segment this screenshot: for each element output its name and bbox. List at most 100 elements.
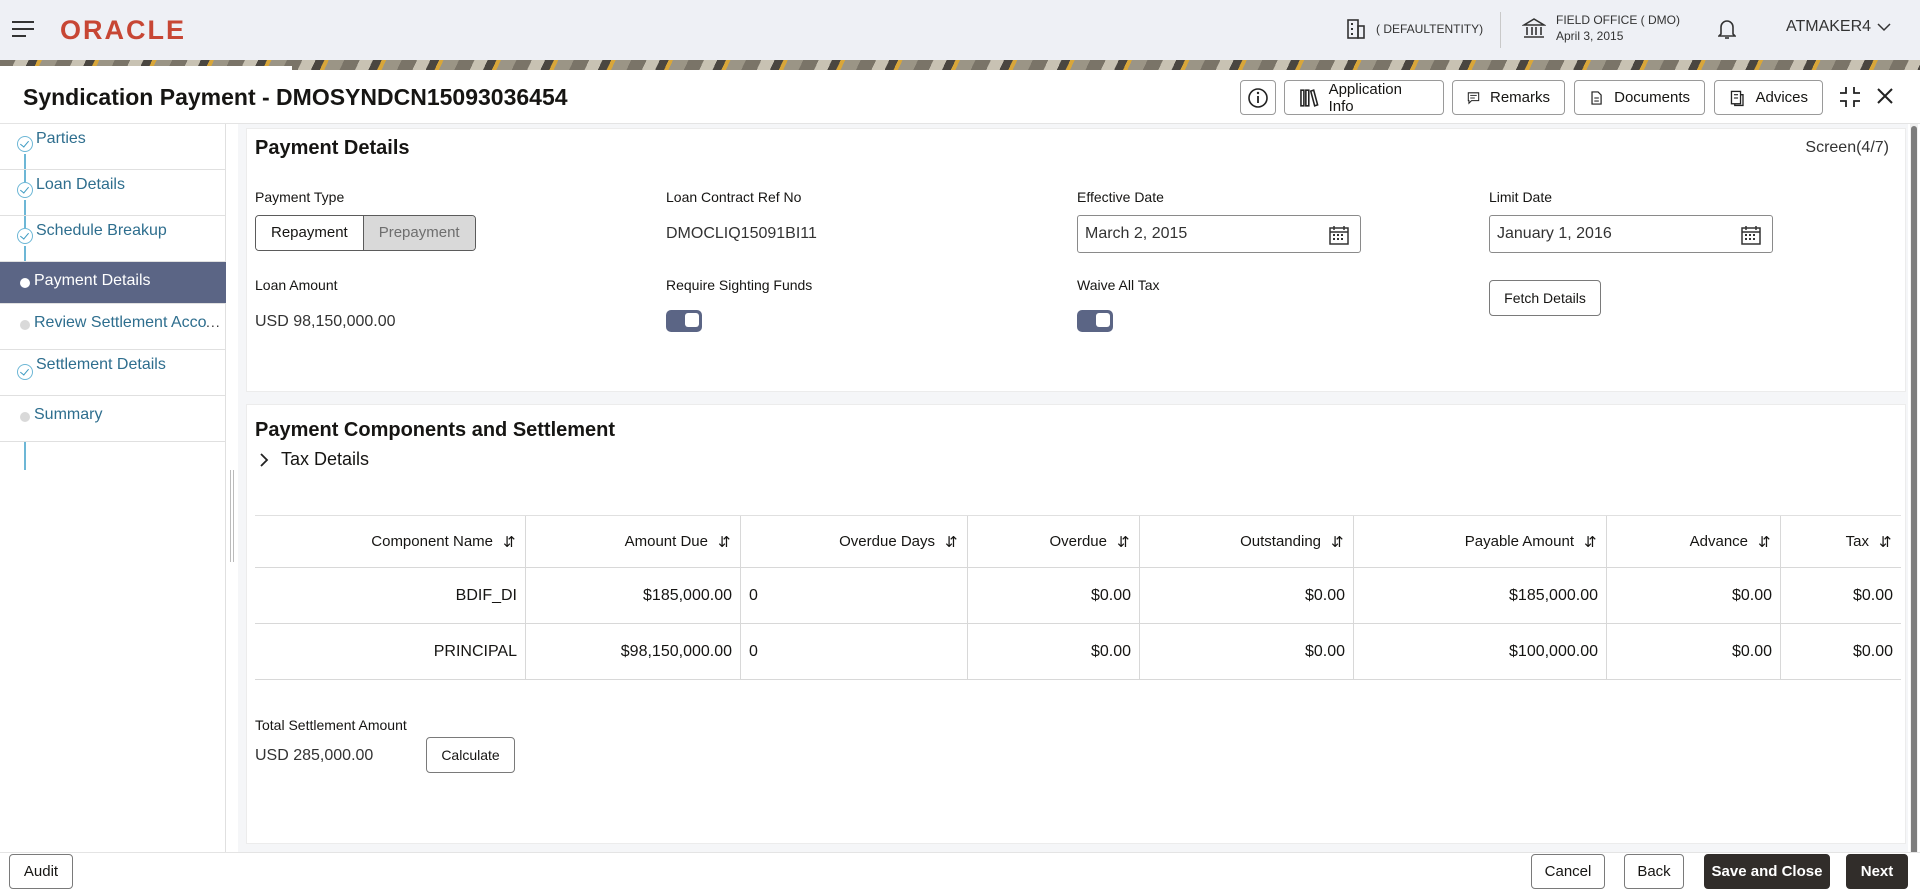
column-header[interactable]: Payable Amount ⇵ [1354, 516, 1607, 567]
fetch-details-button[interactable]: Fetch Details [1489, 280, 1601, 316]
nav-item-label: Parties [36, 130, 86, 147]
loan-amount-label: Loan Amount [255, 277, 338, 293]
sort-icon: ⇵ [945, 533, 958, 551]
calendar-icon[interactable] [1328, 224, 1350, 246]
header-divider [1500, 12, 1501, 48]
main-content: Payment Details Screen(4/7) Payment Type… [238, 124, 1908, 852]
screen-indicator: Screen(4/7) [1805, 139, 1889, 156]
loan-contract-label: Loan Contract Ref No [666, 189, 802, 205]
bank-icon [1522, 18, 1546, 38]
column-header[interactable]: Tax ⇵ [1781, 516, 1901, 567]
table-cell: 0 [741, 624, 968, 679]
maximize-icon[interactable] [1838, 85, 1862, 112]
table-cell: BDIF_DI [255, 568, 526, 623]
scrollbar-thumb[interactable] [1911, 126, 1917, 886]
payment-details-panel: Payment Details Screen(4/7) Payment Type… [246, 128, 1906, 392]
nav-item-settlement-details[interactable]: Settlement Details [0, 350, 226, 396]
payment-type-toggle: Repayment Prepayment [255, 215, 476, 251]
advice-document-icon [1730, 90, 1744, 106]
sort-icon: ⇵ [1879, 533, 1892, 551]
application-info-button[interactable]: Application Info [1284, 80, 1444, 115]
application-info-label: Application Info [1328, 80, 1402, 115]
sighting-funds-label: Require Sighting Funds [666, 277, 813, 293]
calendar-icon[interactable] [1740, 224, 1762, 246]
column-header[interactable]: Advance ⇵ [1607, 516, 1781, 567]
entity-selector[interactable]: ( DEFAULTENTITY) [1346, 18, 1483, 40]
nav-item-loan-details[interactable]: Loan Details [0, 170, 226, 216]
entity-name: ( DEFAULTENTITY) [1376, 22, 1484, 36]
save-and-close-button[interactable]: Save and Close [1704, 854, 1830, 889]
comment-icon [1467, 91, 1480, 104]
table-cell: $0.00 [968, 568, 1140, 623]
back-button[interactable]: Back [1624, 854, 1684, 889]
title-bar: Syndication Payment - DMOSYNDCN150930364… [0, 70, 1920, 124]
nav-item-label: Summary [34, 406, 103, 423]
sighting-funds-switch[interactable] [666, 310, 702, 332]
remarks-button[interactable]: Remarks [1452, 80, 1565, 115]
section-title: Payment Components and Settlement [255, 419, 616, 441]
sort-icon: ⇵ [1331, 533, 1344, 551]
hamburger-menu-icon[interactable] [12, 21, 34, 37]
advices-label: Advices [1755, 89, 1808, 106]
office-selector[interactable]: FIELD OFFICE ( DMO) April 3, 2015 [1522, 12, 1680, 44]
table-cell: $100,000.00 [1354, 624, 1607, 679]
limit-date-input[interactable]: January 1, 2016 [1489, 215, 1773, 253]
column-header[interactable]: Overdue Days ⇵ [741, 516, 968, 567]
user-menu[interactable]: ATMAKER4 [1786, 18, 1891, 36]
advices-button[interactable]: Advices [1714, 80, 1823, 115]
building-icon [1347, 19, 1365, 39]
waive-tax-switch[interactable] [1077, 310, 1113, 332]
info-button[interactable] [1240, 80, 1276, 115]
document-icon [1591, 90, 1602, 105]
remarks-label: Remarks [1489, 89, 1550, 106]
next-button[interactable]: Next [1846, 854, 1908, 889]
effective-date-value: March 2, 2015 [1085, 225, 1188, 242]
panel-splitter-handle[interactable] [230, 470, 234, 562]
close-icon[interactable] [1874, 85, 1896, 110]
nav-item-schedule-breakup[interactable]: Schedule Breakup [0, 216, 226, 262]
tax-details-toggle[interactable]: Tax Details [259, 449, 369, 470]
table-cell: $0.00 [1140, 568, 1354, 623]
office-date: April 3, 2015 [1556, 29, 1624, 43]
table-cell: $0.00 [1607, 568, 1781, 623]
documents-label: Documents [1614, 89, 1690, 106]
sort-icon: ⇵ [503, 533, 516, 551]
audit-button[interactable]: Audit [9, 854, 73, 889]
check-circle-icon [17, 228, 33, 244]
info-icon [1248, 87, 1268, 108]
top-header: ORACLE ( DEFAULTENTITY) FIELD OFFICE ( D… [0, 0, 1920, 60]
chevron-down-icon [1877, 23, 1891, 32]
nav-item-label: Loan Details [36, 176, 125, 193]
sort-icon: ⇵ [718, 533, 731, 551]
total-settlement-value: USD 285,000.00 [255, 747, 374, 764]
calculate-button[interactable]: Calculate [426, 737, 515, 773]
repayment-option[interactable]: Repayment [256, 216, 364, 250]
page-title: Syndication Payment - DMOSYNDCN150930364… [23, 84, 568, 110]
nav-item-payment-details[interactable]: Payment Details [0, 262, 226, 304]
table-cell: $0.00 [968, 624, 1140, 679]
nav-item-parties[interactable]: Parties [0, 124, 226, 170]
effective-date-label: Effective Date [1077, 189, 1164, 205]
column-header[interactable]: Outstanding ⇵ [1140, 516, 1354, 567]
table-cell: $0.00 [1852, 642, 1893, 660]
column-header[interactable]: Overdue ⇵ [968, 516, 1140, 567]
nav-connector [24, 442, 26, 470]
column-header[interactable]: Amount Due ⇵ [526, 516, 741, 567]
vertical-scrollbar[interactable] [1910, 124, 1918, 889]
prepayment-option[interactable]: Prepayment [363, 216, 475, 250]
column-header[interactable]: Component Name ⇵ [255, 516, 526, 567]
table-cell: $0.00 [1140, 624, 1354, 679]
more-ellipsis-icon[interactable]: ... [206, 314, 221, 330]
notification-bell-icon[interactable] [1717, 18, 1737, 43]
nav-item-summary[interactable]: Summary [0, 396, 226, 442]
books-icon [1300, 88, 1319, 107]
check-circle-icon [17, 136, 33, 152]
documents-button[interactable]: Documents [1574, 80, 1705, 115]
current-step-dot-icon [20, 278, 30, 288]
nav-item-label: Schedule Breakup [36, 222, 167, 239]
effective-date-input[interactable]: March 2, 2015 [1077, 215, 1361, 253]
pending-step-dot-icon [20, 320, 30, 330]
cancel-button[interactable]: Cancel [1531, 854, 1605, 889]
nav-item-review-settlement[interactable]: Review Settlement Acco ... [0, 304, 226, 350]
nav-item-label: Payment Details [34, 272, 151, 289]
